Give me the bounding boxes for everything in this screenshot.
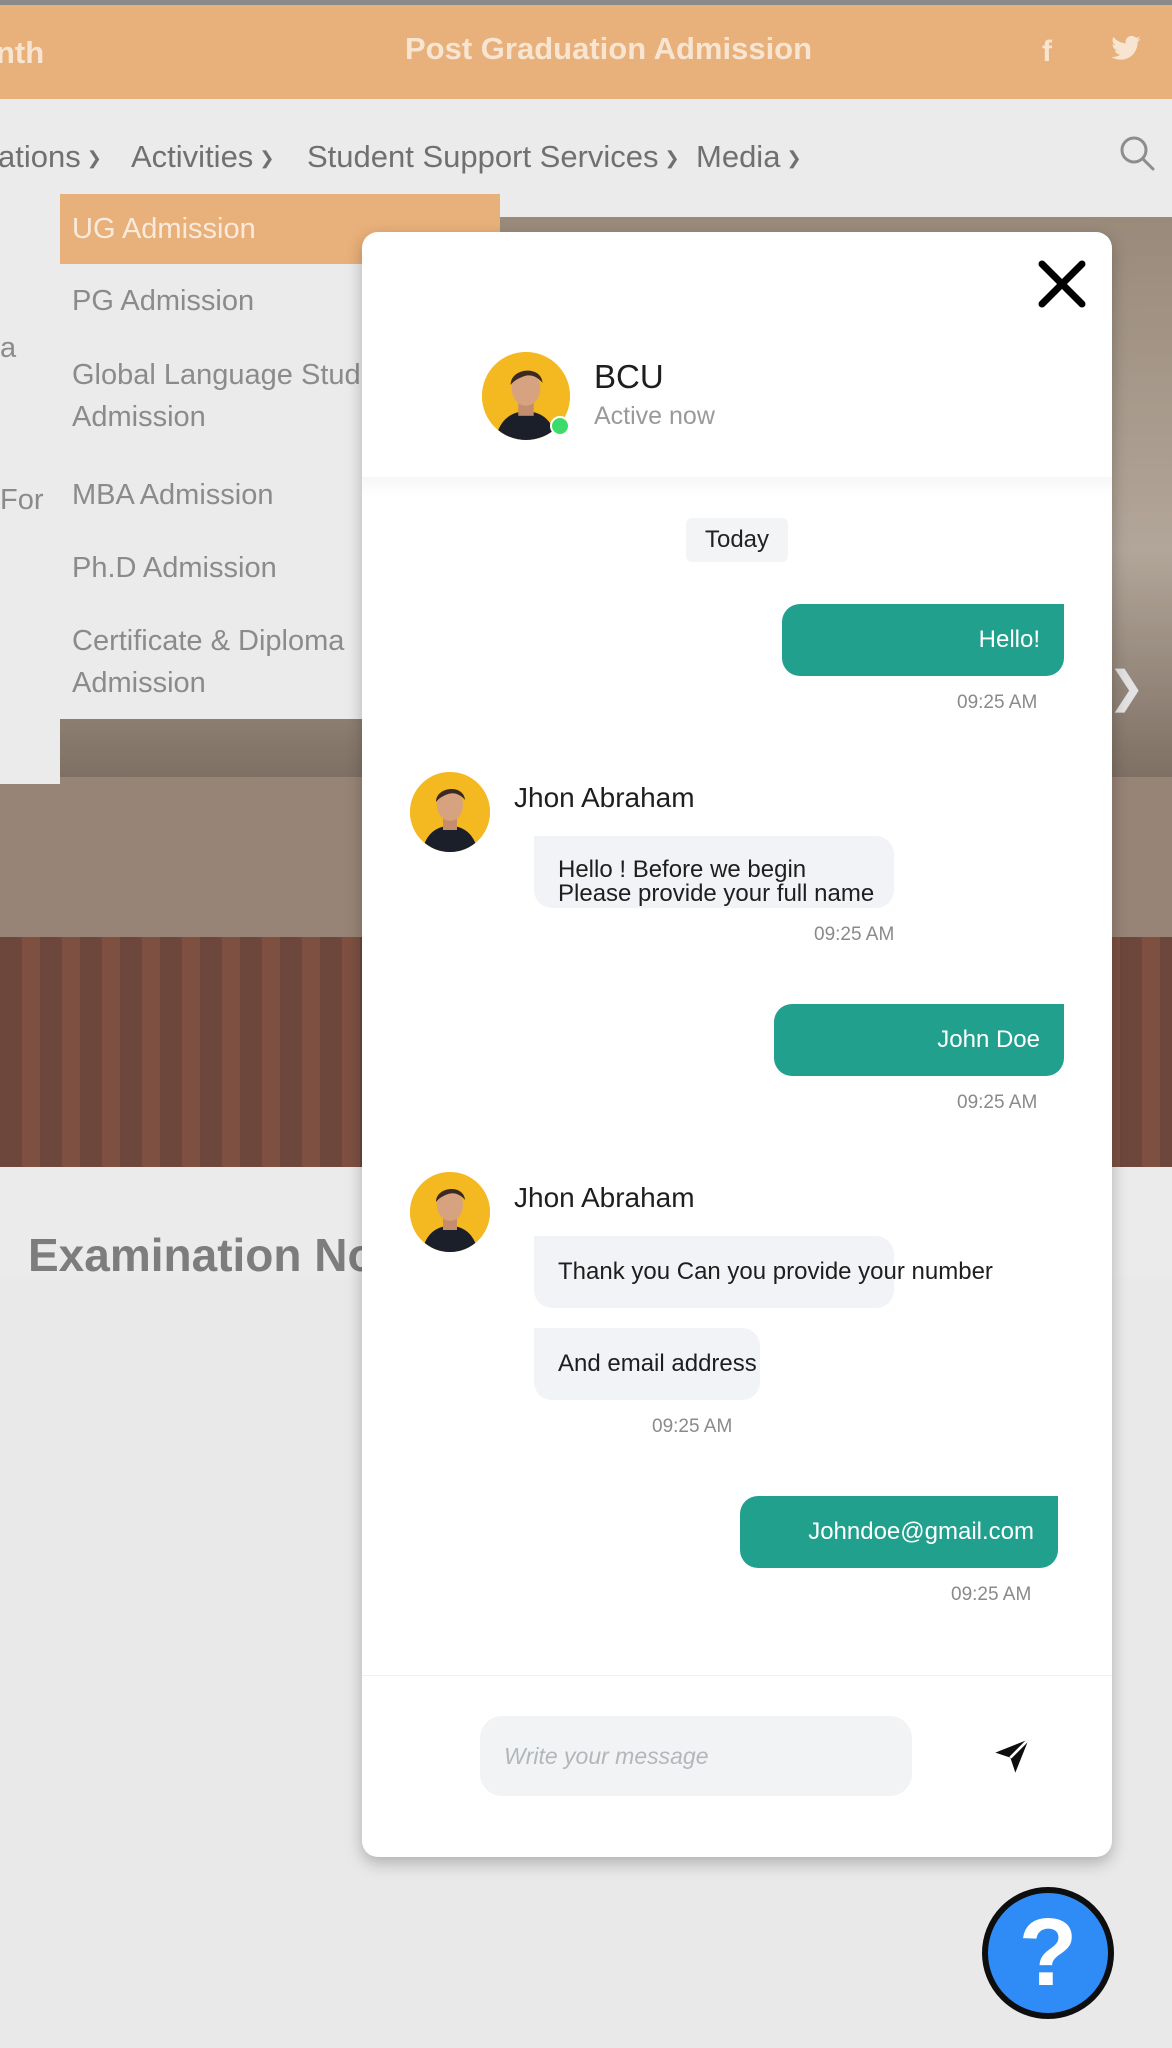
outgoing-message: John Doe [774,1004,1064,1076]
chat-composer [362,1675,1112,1857]
message-sender-name: Jhon Abraham [514,782,695,813]
close-icon[interactable] [1032,254,1092,314]
nav-item-label: ations [0,139,81,174]
nav-item-label: Student Support Services [307,139,659,174]
message-sender-name: Jhon Abraham [514,1182,695,1213]
avatar [410,1172,490,1252]
chat-contact-name: BCU [594,358,664,395]
nav-item-publications[interactable]: ations ❯ [0,139,102,175]
message-time: 09:25 AM [814,924,895,945]
send-icon[interactable] [992,1736,1032,1776]
outgoing-message: Hello! [782,604,1064,676]
incoming-message: Thank you Can you provide your number [534,1236,993,1308]
search-icon[interactable] [1117,133,1157,173]
nav-item-label: Activities [131,139,254,174]
twitter-icon[interactable] [1110,35,1142,71]
chevron-down-icon: ❯ [259,148,275,169]
online-status-dot [550,416,570,436]
message-time: 09:25 AM [652,1416,733,1437]
chevron-down-icon: ❯ [786,148,802,169]
message-input[interactable] [480,1716,912,1796]
chat-header: BCU Active now [362,232,1112,482]
submenu-left-panel: a For [0,194,60,784]
help-button[interactable]: ? [982,1887,1114,2019]
question-mark-icon: ? [1018,1899,1078,2006]
date-divider: Today [686,518,788,562]
message-time: 09:25 AM [957,692,1038,713]
facebook-icon[interactable]: f [1042,35,1052,69]
message-line: Hello ! Before we begin [558,856,807,883]
chat-window: BCU Active now Today Hello! 09:25 AM Jho… [362,232,1112,1857]
topbar-title-link[interactable]: Post Graduation Admission [405,31,812,67]
chevron-right-icon[interactable]: ❯ [1108,662,1145,713]
nav-item-label: Media [696,139,781,174]
outgoing-message: Johndoe@gmail.com [740,1496,1058,1568]
submenu-fragment[interactable]: For [0,484,44,517]
nav-item-student-support[interactable]: Student Support Services ❯ [307,139,680,175]
chevron-down-icon: ❯ [86,148,102,169]
nav-item-activities[interactable]: Activities ❯ [131,139,274,175]
top-bar: nth Post Graduation Admission f [0,5,1172,99]
section-title: Examination No [28,1229,376,1281]
message-time: 09:25 AM [951,1584,1032,1605]
message-line: Please provide your full name [558,880,875,907]
submenu-fragment: a [0,332,17,364]
nav-item-media[interactable]: Media ❯ [696,139,802,175]
chat-contact-status: Active now [594,402,715,430]
incoming-message: Hello ! Before we begin Please provide y… [534,836,894,908]
chevron-down-icon: ❯ [664,148,680,169]
avatar [410,772,490,852]
message-time: 09:25 AM [957,1092,1038,1113]
incoming-message: And email address [534,1328,760,1400]
topbar-left-fragment[interactable]: nth [0,35,44,71]
